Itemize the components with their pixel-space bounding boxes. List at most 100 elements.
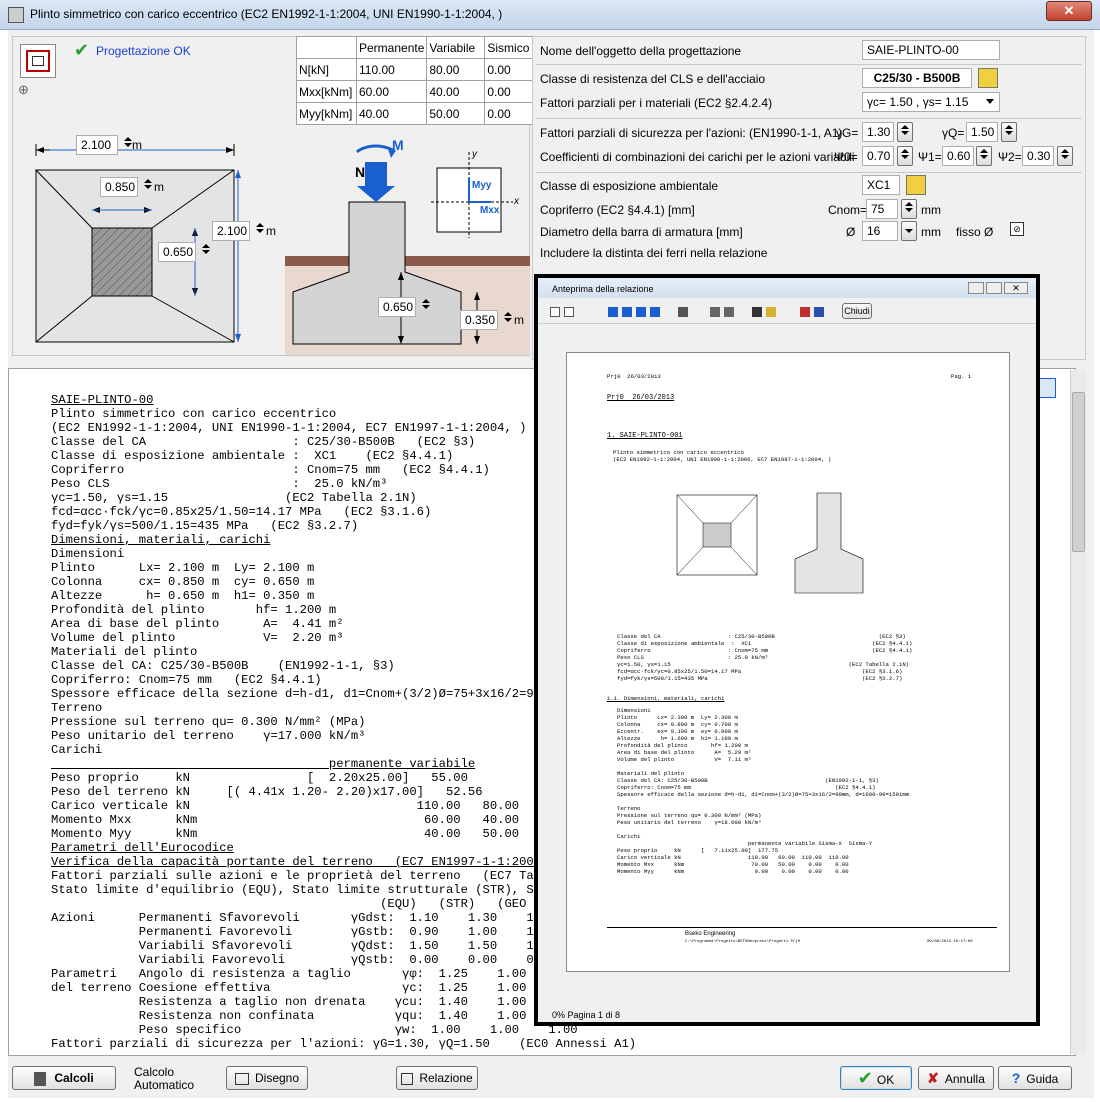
preview-close-button[interactable]: Chiudi	[842, 303, 872, 319]
word-icon[interactable]	[814, 307, 824, 317]
cx-input[interactable]: 0.850	[100, 177, 138, 197]
guida-button[interactable]: ? Guida	[998, 1066, 1072, 1090]
bar-diameter-label: Diametro della barra di armatura [mm]	[540, 225, 743, 239]
ok-button[interactable]: ✔ OK	[840, 1066, 912, 1090]
report-line: Peso unitario del terreno γ=17.000 kN/m³	[51, 729, 366, 743]
last-page-icon[interactable]	[650, 307, 660, 317]
page-dim-line: Spessore efficace della sezione d=h-d1, …	[617, 791, 910, 798]
cnom-input[interactable]: 75	[866, 199, 898, 219]
psi1-spinner[interactable]	[976, 146, 992, 166]
page-dim-line: Materiali del plinto	[617, 770, 685, 777]
page-dim-line: Altezze h= 1.600 m h1= 1.100 m	[617, 735, 738, 742]
single-page-icon[interactable]	[550, 307, 560, 317]
load-cell[interactable]: 40.00	[426, 80, 486, 103]
load-cell[interactable]: 60.00	[355, 80, 428, 103]
load-cell[interactable]: 110.00	[355, 58, 428, 81]
report-line: Verifica della capacità portante del ter…	[51, 855, 563, 869]
goto-page-icon[interactable]	[678, 307, 688, 317]
guida-label: Guida	[1026, 1072, 1059, 1086]
psi2-spinner[interactable]	[1057, 146, 1073, 166]
report-line: Volume del plinto V= 2.20 m³	[51, 631, 344, 645]
diameter-symbol: Ø	[846, 225, 856, 239]
exposure-picker-icon[interactable]	[906, 175, 926, 195]
report-line: Parametri dell'Eurocodice	[51, 841, 234, 855]
close-button[interactable]: ✕	[1046, 1, 1092, 21]
cy-spinner[interactable]	[198, 242, 214, 262]
material-picker-icon[interactable]	[978, 68, 998, 88]
include-bars-label: Includere la distinta dei ferri nella re…	[540, 246, 768, 260]
page-section: 1. SAIE-PLINTO-001	[607, 432, 683, 440]
cls-value: C25/30 - B500B	[862, 68, 972, 88]
lx-input[interactable]: 2.100	[76, 135, 118, 155]
load-cell[interactable]: 50.00	[426, 102, 486, 125]
chevron-down-icon[interactable]	[986, 99, 994, 104]
load-cell[interactable]: 80.00	[426, 58, 486, 81]
relazione-button[interactable]: Relazione	[396, 1066, 478, 1090]
preview-close-icon[interactable]: ✕	[1004, 282, 1028, 294]
report-line: Dimensioni	[51, 547, 125, 561]
psi2-label: Ψ2=	[998, 150, 1022, 164]
zoom-icon[interactable]: ⊕	[18, 82, 29, 98]
maximize-button[interactable]	[986, 282, 1002, 294]
gamma-q-input[interactable]: 1.50	[966, 122, 998, 142]
report-scrollbar[interactable]	[1070, 370, 1086, 1054]
psi2-input[interactable]: 0.30	[1022, 146, 1054, 166]
loads-header-variabile: Variabile	[426, 36, 486, 59]
loads-row-label: Mxx[kNm]	[296, 80, 357, 103]
h-input[interactable]: 0.650	[378, 297, 416, 317]
gamma-g-spinner[interactable]	[897, 122, 913, 142]
ly-input[interactable]: 2.100	[212, 221, 250, 241]
load-cell[interactable]: 40.00	[355, 102, 428, 125]
annulla-label: Annulla	[944, 1072, 985, 1086]
cover-label: Copriferro (EC2 §4.4.1) [mm]	[540, 203, 695, 217]
page-line: Plinto simmetrico con carico eccentrico	[613, 449, 744, 456]
page-mat-line: fyd=fyk/γs=500/1.15=435 MPa (EC2 §3.2.7)	[617, 675, 903, 682]
save-icon[interactable]	[752, 307, 762, 317]
report-line: Profondità del plinto hf= 1.200 m	[51, 603, 337, 617]
minimize-button[interactable]	[968, 282, 984, 294]
preview-title: Anteprima della relazione	[552, 284, 654, 294]
disegno-button[interactable]: Disegno	[226, 1066, 308, 1090]
window-title: Plinto simmetrico con carico eccentrico …	[30, 7, 503, 21]
gamma-g-input[interactable]: 1.30	[862, 122, 894, 142]
scrollbar-thumb[interactable]	[1072, 392, 1085, 552]
report-line: Peso proprio kN [ 2.20x25.00] 55.00	[51, 771, 468, 785]
partial-factors-select[interactable]: γc= 1.50 , γs= 1.15	[862, 92, 1000, 112]
page-dim-line: Copriferro: Cnom=75 mm (EC2 §4.4.1)	[617, 784, 876, 791]
psi0-spinner[interactable]	[897, 146, 913, 166]
bar-diameter-input[interactable]: 16	[862, 221, 898, 241]
prev-page-icon[interactable]	[622, 307, 632, 317]
print-icon[interactable]	[724, 307, 734, 317]
fixed-diameter-toggle[interactable]: ⊘	[1010, 222, 1024, 236]
page-mat-line: Peso CLS : 25.0 kN/m³	[617, 654, 769, 661]
loads-header-permanente: Permanente	[355, 36, 428, 59]
h1-input[interactable]: 0.350	[460, 310, 498, 330]
calcoli-button[interactable]: Calcoli	[12, 1066, 116, 1090]
page-footer-divider	[607, 927, 997, 928]
two-page-icon[interactable]	[564, 307, 574, 317]
page-dim-line: Plinto Lx= 2.300 m Ly= 2.300 m	[617, 714, 738, 721]
next-page-icon[interactable]	[636, 307, 646, 317]
h-spinner[interactable]	[418, 297, 434, 317]
psi0-input[interactable]: 0.70	[862, 146, 894, 166]
annulla-button[interactable]: ✘ Annulla	[918, 1066, 994, 1090]
open-icon[interactable]	[766, 307, 776, 317]
report-line: Stato limite d'equilibrio (EQU), Stato l…	[51, 883, 556, 897]
report-line: Peso CLS : 25.0 kN/m³	[51, 477, 388, 491]
loads-header-empty	[296, 36, 357, 59]
page-dim-line: Eccentr. ex= 0.100 m ey= 0.000 m	[617, 728, 738, 735]
page-header-right: Pag. 1	[951, 373, 972, 380]
gamma-q-spinner[interactable]	[1001, 122, 1017, 142]
object-name-input[interactable]: SAIE-PLINTO-00	[862, 40, 1000, 60]
cnom-spinner[interactable]	[901, 199, 917, 219]
report-line: Resistenza a taglio non drenata γcu: 1.4…	[51, 995, 571, 1009]
print-setup-icon[interactable]	[710, 307, 720, 317]
cy-input[interactable]: 0.650	[158, 242, 196, 262]
first-page-icon[interactable]	[608, 307, 618, 317]
bar-diameter-spinner[interactable]	[901, 221, 917, 241]
pdf-icon[interactable]	[800, 307, 810, 317]
report-line: Classe del CA: C25/30-B500B (EN1992-1-1,…	[51, 659, 395, 673]
footing-type-icon[interactable]	[20, 44, 56, 78]
calculator-icon	[34, 1071, 47, 1086]
psi1-input[interactable]: 0.60	[942, 146, 974, 166]
